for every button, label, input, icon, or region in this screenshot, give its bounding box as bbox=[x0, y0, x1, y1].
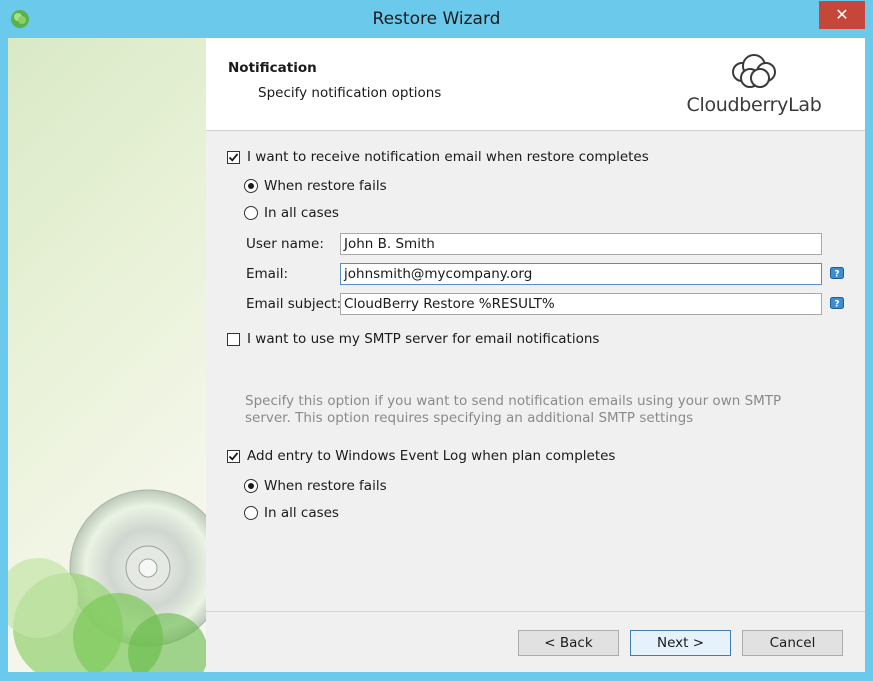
subject-help-icon[interactable]: ? bbox=[830, 297, 844, 311]
smtp-checkbox-row[interactable]: I want to use my SMTP server for email n… bbox=[227, 331, 599, 347]
email-subject-label: Email subject: bbox=[246, 296, 342, 312]
notification-options: I want to receive notification email whe… bbox=[206, 131, 865, 611]
email-help-icon[interactable]: ? bbox=[830, 267, 844, 281]
event-log-checkbox-row[interactable]: Add entry to Windows Event Log when plan… bbox=[227, 448, 615, 464]
cancel-button[interactable]: Cancel bbox=[742, 630, 843, 656]
close-icon: ✕ bbox=[835, 5, 849, 24]
email-all-cases-radio-row[interactable]: In all cases bbox=[244, 205, 339, 221]
email-label: Email: bbox=[246, 266, 289, 282]
smtp-checkbox[interactable] bbox=[227, 332, 240, 346]
notify-email-label: I want to receive notification email whe… bbox=[247, 149, 649, 165]
email-subject-field[interactable]: CloudBerry Restore %RESULT% bbox=[340, 293, 822, 315]
sidebar-disc-graphic bbox=[8, 38, 206, 672]
title-bar[interactable]: Restore Wizard ✕ bbox=[0, 0, 873, 38]
svg-text:?: ? bbox=[834, 270, 839, 280]
wizard-header: Notification Specify notification option… bbox=[206, 38, 865, 131]
log-when-fails-radio-row[interactable]: When restore fails bbox=[244, 478, 387, 494]
email-when-fails-radio[interactable] bbox=[244, 179, 258, 193]
window-title: Restore Wizard bbox=[372, 9, 501, 29]
smtp-label: I want to use my SMTP server for email n… bbox=[247, 331, 600, 347]
check-icon bbox=[228, 451, 239, 461]
notify-email-checkbox[interactable] bbox=[227, 150, 240, 164]
email-when-fails-label: When restore fails bbox=[264, 178, 387, 194]
smtp-hint: Specify this option if you want to send … bbox=[245, 393, 782, 426]
logo-text: CloudberryLab bbox=[686, 94, 822, 116]
user-name-label: User name: bbox=[246, 236, 324, 252]
log-when-fails-label: When restore fails bbox=[264, 478, 387, 494]
email-all-cases-label: In all cases bbox=[264, 205, 339, 221]
check-icon bbox=[228, 152, 239, 162]
cloudberry-logo: CloudberryLab bbox=[684, 50, 824, 120]
log-when-fails-radio[interactable] bbox=[244, 479, 258, 493]
back-button[interactable]: < Back bbox=[518, 630, 619, 656]
restore-wizard-window: Restore Wizard ✕ Notification Specify no… bbox=[0, 0, 873, 681]
page-subtitle: Specify notification options bbox=[258, 85, 442, 101]
event-log-label: Add entry to Windows Event Log when plan… bbox=[247, 448, 616, 464]
email-when-fails-radio-row[interactable]: When restore fails bbox=[244, 178, 387, 194]
wizard-client-area: Notification Specify notification option… bbox=[8, 38, 865, 672]
email-all-cases-radio[interactable] bbox=[244, 206, 258, 220]
next-button[interactable]: Next > bbox=[630, 630, 731, 656]
svg-text:?: ? bbox=[834, 300, 839, 310]
log-all-cases-radio[interactable] bbox=[244, 506, 258, 520]
page-title: Notification bbox=[228, 60, 317, 76]
close-button[interactable]: ✕ bbox=[819, 1, 865, 29]
cloud-icon bbox=[732, 54, 776, 88]
log-all-cases-label: In all cases bbox=[264, 505, 339, 521]
footer-divider bbox=[206, 611, 865, 612]
event-log-checkbox[interactable] bbox=[227, 449, 240, 463]
email-field[interactable]: johnsmith@mycompany.org bbox=[340, 263, 822, 285]
user-name-field[interactable]: John B. Smith bbox=[340, 233, 822, 255]
notify-email-checkbox-row[interactable]: I want to receive notification email whe… bbox=[227, 149, 649, 165]
log-all-cases-radio-row[interactable]: In all cases bbox=[244, 505, 339, 521]
